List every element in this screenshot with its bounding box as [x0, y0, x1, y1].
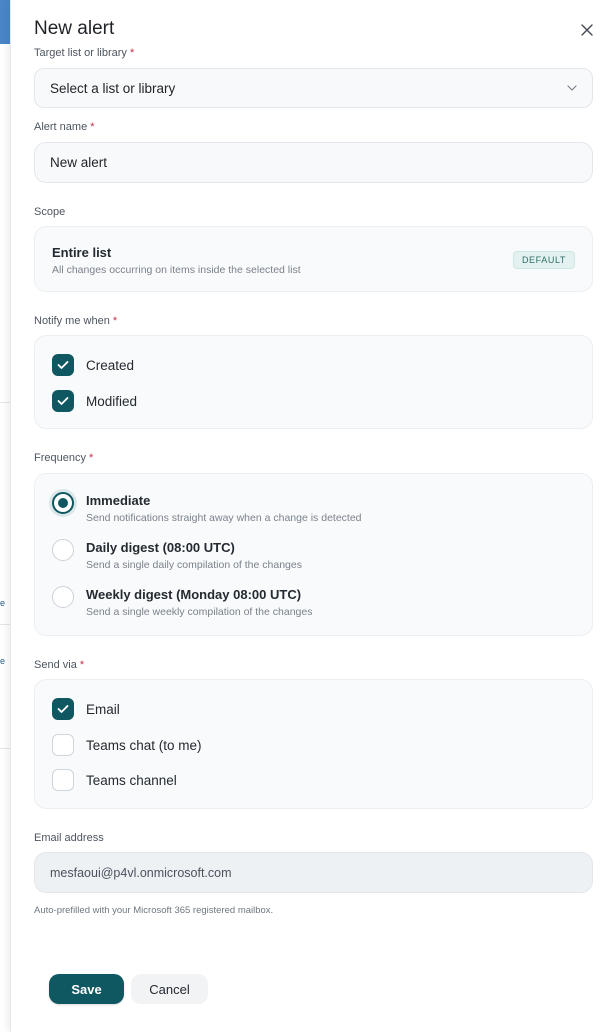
radio-selected-icon: [52, 492, 74, 514]
checkbox-unchecked-icon: [52, 734, 74, 756]
notify-modified-checkbox[interactable]: Modified: [52, 390, 137, 412]
scope-option-title: Entire list: [52, 245, 112, 260]
radio-description: Send a single weekly compilation of the …: [86, 606, 313, 618]
send-via-teams-chat-checkbox[interactable]: Teams chat (to me): [52, 734, 202, 756]
email-address-input[interactable]: [34, 852, 593, 893]
send-via-options-card: Email Teams chat (to me) Teams channel: [34, 679, 593, 809]
notify-created-checkbox[interactable]: Created: [52, 354, 134, 376]
checkbox-checked-icon: [52, 354, 74, 376]
email-label: Email address: [34, 832, 104, 844]
checkbox-checked-icon: [52, 698, 74, 720]
panel-title: New alert: [34, 18, 115, 39]
checkbox-label: Teams chat (to me): [86, 737, 202, 753]
frequency-label: Frequency *: [34, 452, 94, 464]
background-header-strip: [0, 0, 10, 44]
send-via-teams-channel-checkbox[interactable]: Teams channel: [52, 769, 177, 791]
checkbox-label: Email: [86, 701, 120, 717]
alert-name-input[interactable]: [34, 142, 593, 183]
background-divider: [0, 748, 10, 749]
target-select-value: Select a list or library: [50, 80, 176, 96]
send-via-email-checkbox[interactable]: Email: [52, 698, 120, 720]
save-button[interactable]: Save: [49, 974, 124, 1004]
scope-option-card[interactable]: Entire list All changes occurring on ite…: [34, 226, 593, 292]
target-list-select[interactable]: Select a list or library: [34, 68, 593, 108]
close-button[interactable]: [577, 20, 597, 40]
cancel-button[interactable]: Cancel: [131, 974, 208, 1004]
background-divider: [0, 624, 10, 625]
radio-description: Send notifications straight away when a …: [86, 512, 362, 524]
radio-title: Daily digest (08:00 UTC): [86, 540, 235, 555]
new-alert-panel: New alert Target list or library * Selec…: [10, 0, 612, 1032]
scope-option-description: All changes occurring on items inside th…: [52, 264, 301, 276]
radio-unselected-icon: [52, 539, 74, 561]
checkbox-checked-icon: [52, 390, 74, 412]
email-hint: Auto-prefilled with your Microsoft 365 r…: [34, 905, 274, 916]
frequency-options-card: Immediate Send notifications straight aw…: [34, 473, 593, 636]
close-icon: [581, 24, 593, 36]
alert-name-label: Alert name *: [34, 121, 95, 133]
target-label: Target list or library *: [34, 47, 135, 59]
radio-title: Immediate: [86, 493, 151, 508]
checkbox-unchecked-icon: [52, 769, 74, 791]
default-badge: DEFAULT: [512, 251, 575, 269]
checkbox-label: Modified: [86, 393, 138, 409]
background-divider: [0, 402, 10, 403]
checkbox-label: Created: [86, 357, 135, 373]
send-via-label: Send via *: [34, 659, 85, 671]
radio-unselected-icon: [52, 586, 74, 608]
radio-description: Send a single daily compilation of the c…: [86, 559, 302, 571]
radio-title: Weekly digest (Monday 08:00 UTC): [86, 587, 302, 602]
notify-options-card: Created Modified: [34, 335, 593, 429]
chevron-down-icon: [567, 85, 577, 91]
background-text-fragment: e: [0, 656, 6, 666]
checkbox-label: Teams channel: [86, 772, 177, 788]
background-text-fragment: e: [0, 598, 6, 608]
notify-label: Notify me when *: [34, 315, 118, 327]
scope-label: Scope: [34, 206, 66, 218]
